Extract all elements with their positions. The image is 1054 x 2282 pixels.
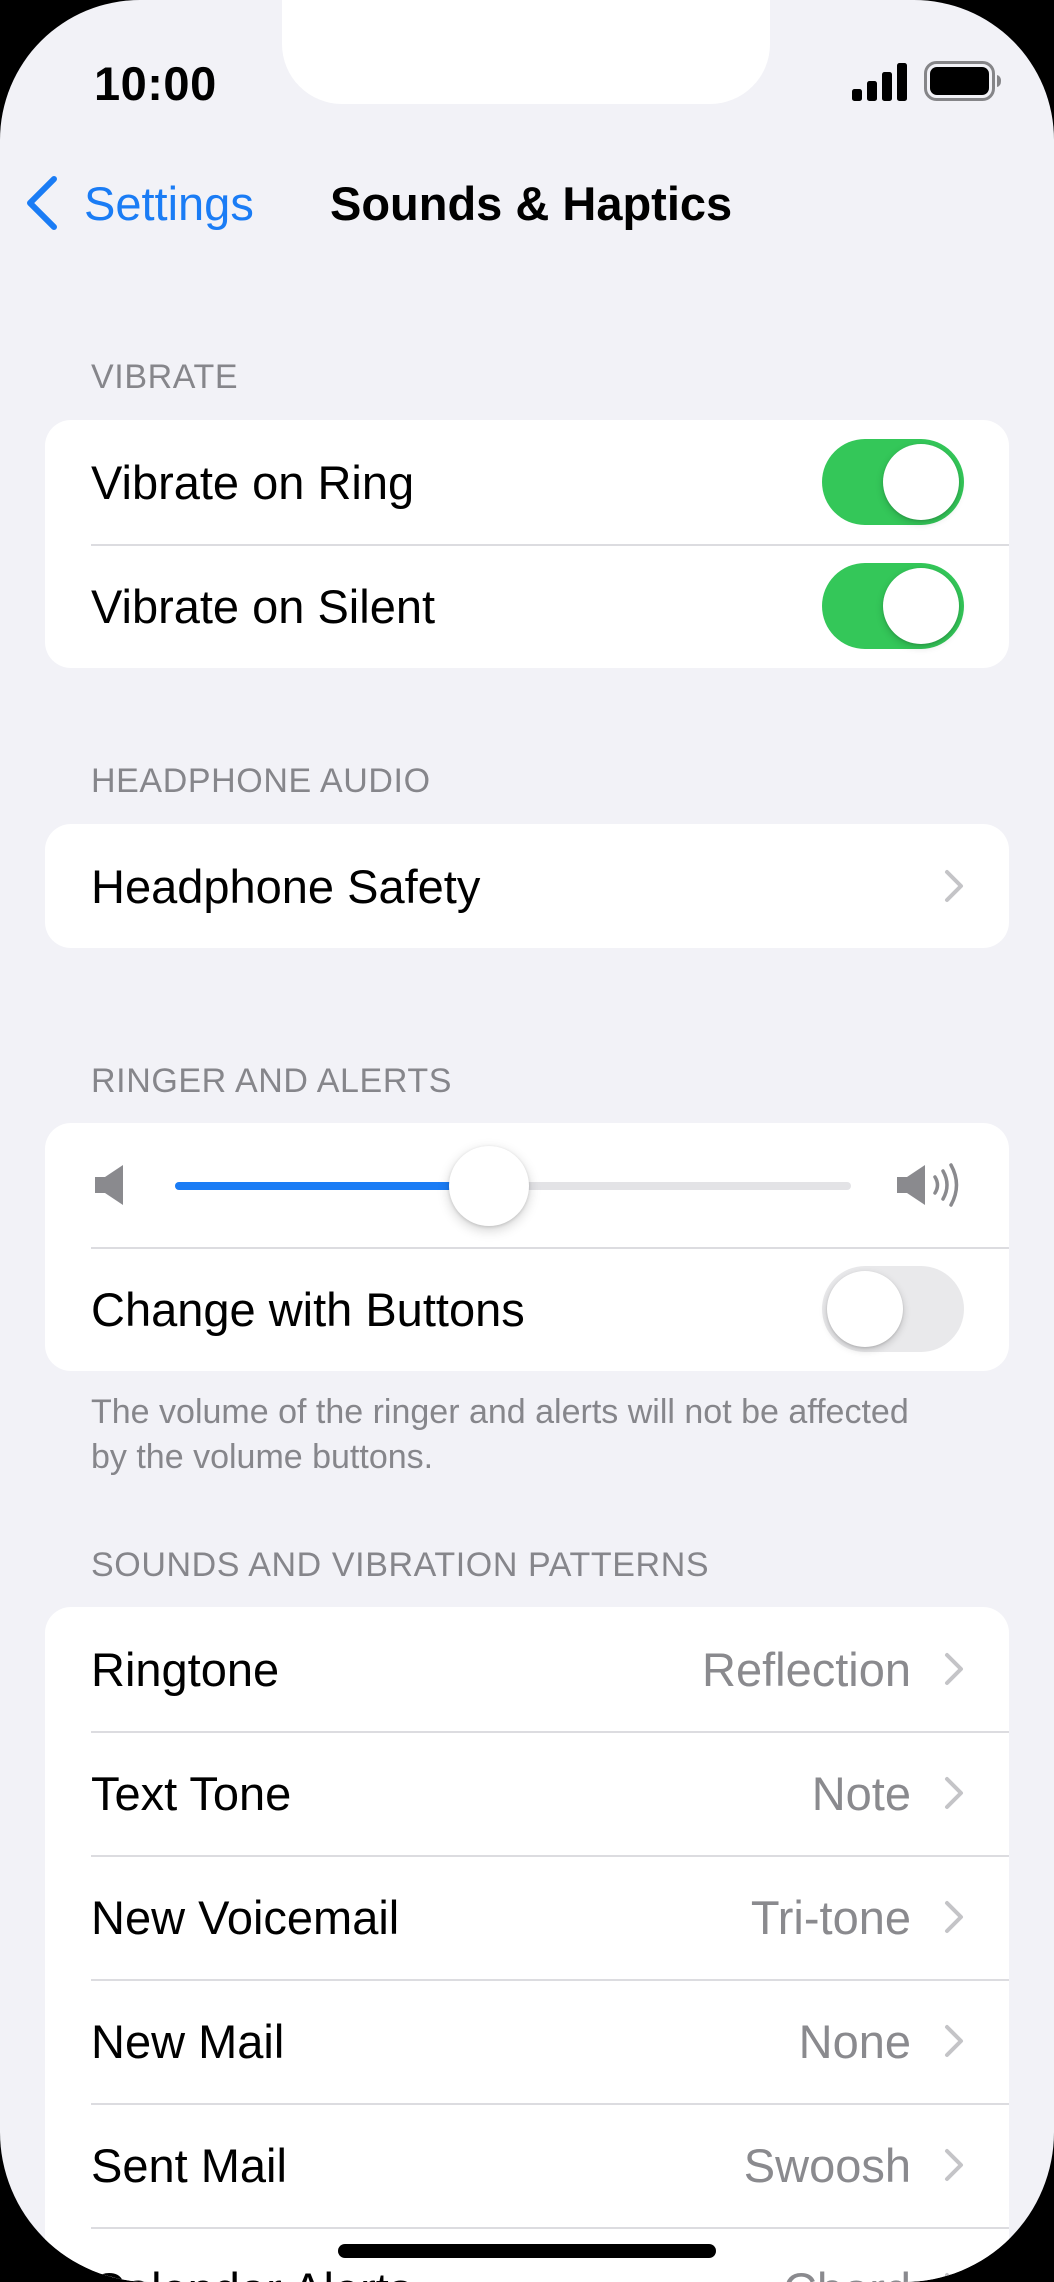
ringer-volume-row [45, 1123, 1009, 1247]
row-label: Vibrate on Ring [91, 455, 415, 509]
chevron-right-icon [945, 2273, 957, 2282]
row-label: Sent Mail [91, 2138, 287, 2192]
section-header-sounds: SOUNDS AND VIBRATION PATTERNS [91, 1546, 710, 1584]
chevron-right-icon [945, 2149, 963, 2181]
section-header-headphone-audio: HEADPHONE AUDIO [91, 762, 431, 800]
row-label: Headphone Safety [91, 859, 481, 913]
change-with-buttons-toggle[interactable] [822, 1266, 964, 1352]
row-label: Text Tone [91, 1766, 292, 1820]
status-time: 10:00 [94, 57, 217, 110]
vibrate-on-ring-toggle[interactable] [822, 439, 964, 525]
section-header-ringer: RINGER AND ALERTS [91, 1062, 453, 1100]
row-label: Ringtone [91, 1642, 280, 1696]
headphone-audio-group: Headphone Safety [45, 824, 1009, 948]
section-header-vibrate: VIBRATE [91, 358, 239, 396]
row-value: Chord [783, 2262, 911, 2282]
chevron-right-icon [945, 1901, 963, 1933]
vibrate-on-silent-row: Vibrate on Silent [45, 544, 1009, 668]
speaker-low-icon [95, 1165, 123, 1205]
vibrate-group: Vibrate on Ring Vibrate on Silent [45, 420, 1009, 668]
change-with-buttons-row: Change with Buttons [45, 1247, 1009, 1371]
cellular-signal-icon [852, 63, 907, 101]
vibrate-on-ring-row: Vibrate on Ring [45, 420, 1009, 544]
home-indicator [338, 2244, 716, 2258]
ringer-group: Change with Buttons [45, 1123, 1009, 1371]
chevron-right-icon [945, 2025, 963, 2057]
row-value: Note [811, 1766, 911, 1820]
chevron-right-icon [945, 1777, 963, 1809]
chevron-right-icon [945, 1653, 963, 1685]
headphone-safety-row[interactable]: Headphone Safety [45, 824, 1009, 948]
row-value: Swoosh [743, 2138, 911, 2192]
battery-full-icon [924, 61, 1001, 101]
row-label: Change with Buttons [91, 1282, 525, 1336]
settings-screen: 10:00 Settings Sounds & Haptics VIBRATE … [0, 0, 1054, 2282]
slider-thumb[interactable] [449, 1146, 530, 1226]
new-voicemail-row[interactable]: New Voicemail Tri-tone [45, 1855, 1009, 1979]
row-label: Vibrate on Silent [91, 579, 436, 633]
row-label: New Mail [91, 2014, 285, 2068]
chevron-right-icon [945, 870, 963, 902]
ringer-footer-note: The volume of the ringer and alerts will… [91, 1393, 909, 1476]
toggle-knob [883, 444, 959, 520]
ringer-volume-slider[interactable] [175, 1146, 851, 1226]
chevron-left-icon [27, 176, 57, 230]
back-button-label: Settings [84, 176, 254, 230]
sent-mail-row[interactable]: Sent Mail Swoosh [45, 2103, 1009, 2227]
notch [282, 0, 770, 104]
vibrate-on-silent-toggle[interactable] [822, 563, 964, 649]
speaker-high-icon [897, 1163, 959, 1207]
row-value: Reflection [702, 1642, 911, 1696]
slider-fill [175, 1182, 490, 1190]
toggle-knob [827, 1271, 903, 1347]
row-value: None [798, 2014, 911, 2068]
row-value: Tri-tone [750, 1890, 911, 1944]
row-label: Calendar Alerts [91, 2262, 412, 2282]
page-title: Sounds & Haptics [330, 177, 733, 230]
ringtone-row[interactable]: Ringtone Reflection [45, 1607, 1009, 1731]
text-tone-row[interactable]: Text Tone Note [45, 1731, 1009, 1855]
back-button[interactable]: Settings [22, 170, 254, 236]
toggle-knob [883, 568, 959, 644]
row-label: New Voicemail [91, 1890, 400, 1944]
sounds-group: Ringtone Reflection Text Tone Note New V… [45, 1607, 1009, 2282]
new-mail-row[interactable]: New Mail None [45, 1979, 1009, 2103]
